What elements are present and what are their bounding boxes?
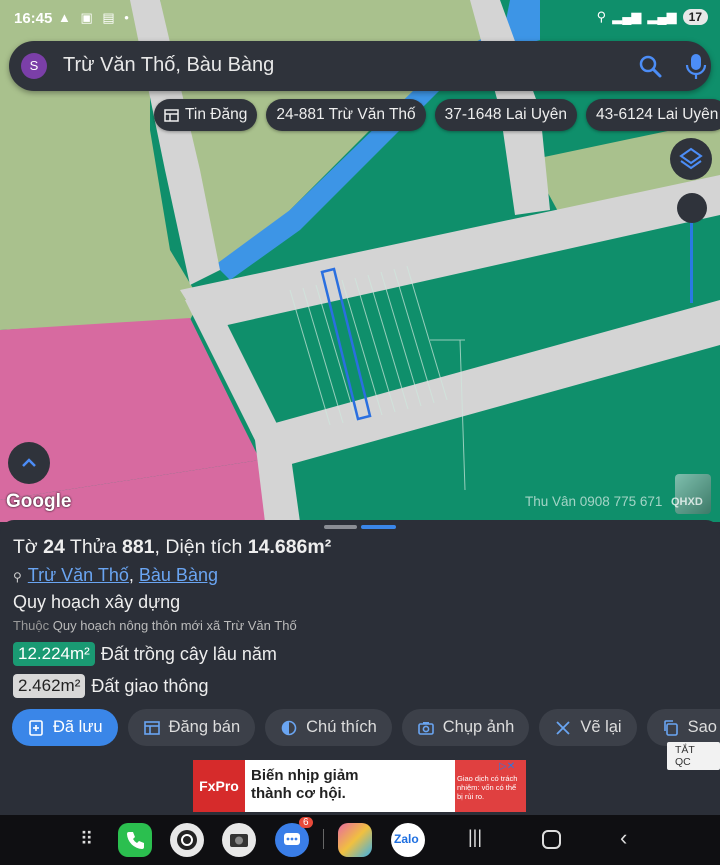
layers-icon [679, 147, 703, 170]
recents-button[interactable]: ||| [468, 827, 482, 848]
map-thumbnail[interactable]: QHXD [671, 474, 711, 514]
chip-recent-1[interactable]: 24-881 Trừ Văn Thố [266, 99, 426, 131]
opacity-slider-track[interactable] [690, 215, 693, 303]
chip-recent-3[interactable]: 43-6124 Lai Uyên [586, 99, 720, 131]
capture-button[interactable]: Chụp ảnh [401, 709, 530, 746]
chip-listings[interactable]: Tin Đăng [154, 99, 258, 131]
camera-app-icon[interactable] [222, 823, 256, 857]
nav-divider [323, 829, 324, 849]
parcel-area: 14.686m² [247, 536, 332, 558]
action-label: Chụp ảnh [442, 718, 515, 736]
expand-up-button[interactable] [8, 442, 50, 484]
gallery-app-icon[interactable] [338, 823, 372, 857]
plan-subtitle: Thuộc Quy hoạch nông thôn mới xã Trừ Văn… [13, 618, 297, 633]
legend-button[interactable]: Chú thích [265, 709, 392, 746]
location-icon: ⚲ [596, 9, 607, 24]
map-watermark: Thu Vân 0908 775 671 [525, 494, 663, 509]
google-logo: Google [6, 491, 72, 512]
ad-headline-1: Biến nhịp giảm [251, 767, 359, 784]
action-label: Đã lưu [53, 718, 103, 736]
lot-prefix: Thửa [69, 536, 117, 558]
ad-headline: Biến nhịp giảm thành cơ hội. [251, 767, 359, 803]
opacity-slider-thumb[interactable] [677, 193, 707, 223]
parcel-info-sheet: Tờ 24 Thửa 881, Diện tích 14.686m² ⚲ Trừ … [0, 520, 720, 815]
saved-button[interactable]: Đã lưu [12, 709, 118, 746]
thumb-label: QHXD [671, 496, 703, 508]
parcel-title: Tờ 24 Thửa 881, Diện tích 14.686m² [13, 536, 331, 559]
messages-app-icon[interactable]: 6 [275, 817, 313, 857]
app-drawer-icon[interactable]: ⠿ [80, 829, 93, 850]
legend-icon [281, 720, 297, 735]
sheet-prefix: Tờ [13, 536, 38, 558]
listing-icon [164, 108, 179, 122]
app-screen: 16:45 ▲ ▣ ▤ • ⚲ ▂▄▆ ▂▄▆ 17 S Trừ Văn Thố… [0, 0, 720, 865]
copy-icon [663, 719, 678, 736]
ad-headline-2: thành cơ hội. [251, 785, 346, 802]
chip-label: Tin Đăng [185, 106, 248, 123]
ad-brand-logo: FxPro [193, 760, 245, 812]
action-label: Chú thích [306, 718, 377, 736]
ad-banner[interactable]: FxPro Biến nhịp giảm thành cơ hội. Giao … [193, 760, 526, 812]
sell-icon [143, 720, 160, 735]
status-time: 16:45 [14, 10, 53, 27]
address-commune-link[interactable]: Trừ Văn Thố [28, 565, 129, 585]
plan-belongs-label: Thuộc [13, 618, 50, 633]
camera-icon [417, 721, 434, 735]
land-use-row: 12.224m² Đất trồng cây lâu năm [13, 642, 277, 666]
action-label: Đăng bán [168, 718, 241, 736]
search-icon[interactable] [637, 53, 663, 79]
action-label: Vẽ lại [580, 718, 622, 736]
plan-title: Quy hoạch xây dựng [13, 592, 181, 612]
area-prefix: , Diện tích [154, 536, 243, 558]
land-use-area: 2.462m² [13, 674, 86, 698]
chip-recent-2[interactable]: 37-1648 Lai Uyên [434, 99, 578, 131]
signal-icon: ▂▄▆ [612, 9, 642, 24]
chip-label: 43-6124 Lai Uyên [596, 106, 719, 123]
phone-app-icon[interactable] [118, 823, 152, 857]
action-label: Sao ch [687, 718, 720, 736]
quick-chips: Tin Đăng 24-881 Trừ Văn Thố 37-1648 Lai … [154, 99, 720, 131]
parcel-address: ⚲ Trừ Văn Thố, Bàu Bàng [13, 565, 218, 585]
layers-button[interactable] [670, 138, 712, 180]
sheet-handle[interactable] [324, 525, 357, 529]
chevron-up-icon [22, 458, 36, 467]
search-input[interactable]: Trừ Văn Thố, Bàu Bàng [63, 54, 274, 77]
chip-label: 37-1648 Lai Uyên [444, 106, 568, 123]
status-right: ⚲ ▂▄▆ ▂▄▆ 17 [597, 9, 708, 25]
search-bar[interactable]: S Trừ Văn Thố, Bàu Bàng [9, 41, 711, 91]
copy-button[interactable]: Sao ch [646, 709, 720, 746]
lot-number: 881 [121, 536, 155, 558]
land-use-row: 2.462m² Đất giao thông [13, 674, 208, 698]
messages-badge: 6 [299, 817, 313, 828]
sheet-handle-active[interactable] [361, 525, 396, 529]
microphone-icon[interactable] [683, 52, 709, 80]
status-bar: 16:45 ▲ ▣ ▤ • ⚲ ▂▄▆ ▂▄▆ 17 [0, 0, 720, 38]
avatar[interactable]: S [21, 53, 47, 79]
land-use-type: Đất giao thông [91, 675, 209, 696]
system-nav-bar: ⠿ 6 Zalo ||| ‹ [0, 815, 720, 865]
sheet-number: 24 [43, 536, 65, 558]
saved-icon [29, 719, 43, 736]
notification-icons: ▲ ▣ ▤ • [58, 10, 132, 25]
close-ad-button[interactable]: TẮT QC [667, 742, 720, 770]
zalo-app-icon[interactable]: Zalo [391, 823, 425, 857]
action-bar: Đã lưu Đăng bán Chú thích Chụp ảnh Vẽ lạ… [12, 709, 720, 746]
land-use-type: Đất trồng cây lâu năm [100, 643, 277, 664]
home-button[interactable] [542, 830, 561, 849]
location-pin-icon: ⚲ [13, 570, 22, 584]
battery-badge: 17 [682, 9, 708, 25]
land-use-area: 12.224m² [13, 642, 95, 666]
redraw-icon [556, 720, 570, 735]
ad-disclaimer: Giao dịch có trách nhiệm: vốn có thể bị … [457, 774, 518, 801]
signal-icon-2: ▂▄▆ [647, 9, 677, 24]
back-button[interactable]: ‹ [620, 825, 627, 851]
chip-label: 24-881 Trừ Văn Thố [276, 106, 416, 123]
zalo-label: Zalo [394, 832, 419, 846]
plan-belongs-value: Quy hoạch nông thôn mới xã Trừ Văn Thố [52, 618, 297, 633]
clock-app-icon[interactable] [170, 823, 204, 857]
ad-choices-icon[interactable]: ▷✕ [499, 761, 515, 772]
address-district-link[interactable]: Bàu Bàng [139, 565, 218, 585]
sell-button[interactable]: Đăng bán [127, 709, 256, 746]
redraw-button[interactable]: Vẽ lại [539, 709, 637, 746]
